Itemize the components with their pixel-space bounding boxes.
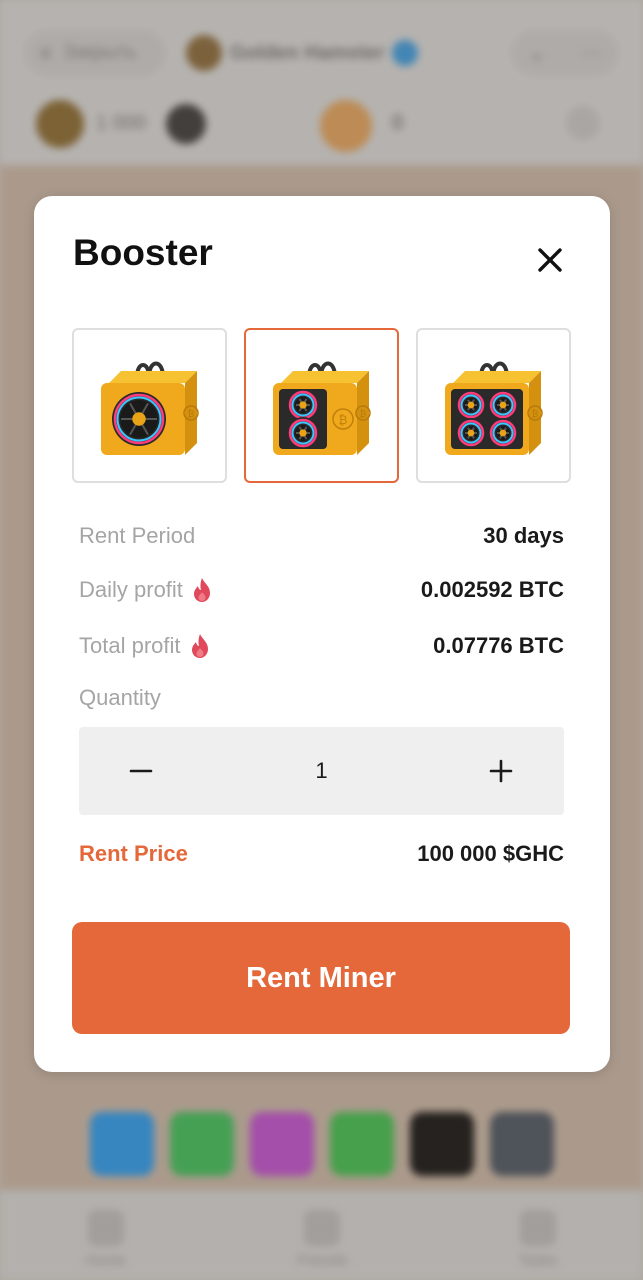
total-profit-text: Total profit xyxy=(79,633,181,658)
flame-icon xyxy=(189,633,211,659)
svg-text:₿: ₿ xyxy=(359,409,366,420)
miner-options: ₿ ₿ ₿ ₿ xyxy=(72,328,572,483)
booster-modal: Booster ₿ ₿ ₿ ₿ Rent Period 30 days Daily… xyxy=(34,196,610,1072)
miner-single-fan-illustration: ₿ xyxy=(100,361,199,455)
rent-miner-button[interactable]: Rent Miner xyxy=(72,922,570,1034)
total-profit-label: Total profit xyxy=(79,633,211,659)
modal-title: Booster xyxy=(73,232,213,273)
miner-double-fan-illustration: ₿₿ xyxy=(272,361,371,455)
plus-icon[interactable] xyxy=(457,727,545,815)
svg-text:₿: ₿ xyxy=(531,409,538,420)
rent-period-row: Rent Period 30 days xyxy=(79,520,564,552)
quantity-stepper xyxy=(79,727,564,815)
quantity-input[interactable] xyxy=(239,727,404,815)
rent-price-row: Rent Price 100 000 $GHC xyxy=(79,838,564,870)
rent-price-label: Rent Price xyxy=(79,841,188,866)
miner-option-single-fan[interactable]: ₿ xyxy=(72,328,227,483)
rent-period-label: Rent Period xyxy=(79,523,196,548)
svg-text:₿: ₿ xyxy=(338,413,347,427)
rent-price-value: 100 000 $GHC xyxy=(417,841,564,866)
rent-period-value: 30 days xyxy=(483,523,564,548)
flame-icon xyxy=(191,577,213,603)
close-icon[interactable] xyxy=(530,240,570,280)
daily-profit-text: Daily profit xyxy=(79,577,183,602)
miner-quad-fan-illustration: ₿ xyxy=(444,361,543,455)
daily-profit-value: 0.002592 BTC xyxy=(420,577,564,602)
miner-option-quad-fan[interactable]: ₿ xyxy=(416,328,571,483)
minus-icon[interactable] xyxy=(97,727,185,815)
quantity-label: Quantity xyxy=(79,685,161,710)
total-profit-row: Total profit 0.07776 BTC xyxy=(79,630,564,662)
miner-option-double-fan[interactable]: ₿ ₿ xyxy=(244,328,399,483)
total-profit-value: 0.07776 BTC xyxy=(433,633,564,658)
daily-profit-row: Daily profit 0.002592 BTC xyxy=(79,574,564,606)
svg-text:₿: ₿ xyxy=(187,409,194,420)
daily-profit-label: Daily profit xyxy=(79,577,213,603)
